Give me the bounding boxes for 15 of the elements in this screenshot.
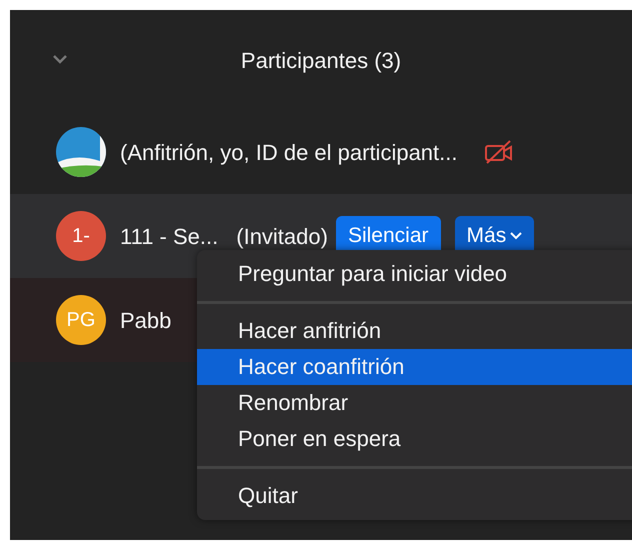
participant-name: 111 - Se... <box>120 222 218 250</box>
participant-row[interactable]: (Anfitrión, yo, ID de el participant... <box>10 110 632 194</box>
menu-item[interactable]: Hacer coanfitrión <box>197 349 632 385</box>
participant-role: (Invitado) <box>236 222 328 250</box>
avatar: 1- <box>56 211 106 261</box>
menu-item[interactable]: Hacer anfitrión <box>197 313 632 349</box>
menu-item[interactable]: Poner en espera <box>197 421 632 457</box>
panel-title: Participantes (3) <box>240 46 402 75</box>
avatar: PG <box>56 295 106 345</box>
menu-item[interactable]: Renombrar <box>197 385 632 421</box>
caret-icon <box>510 232 522 240</box>
chevron-down-icon[interactable] <box>52 54 68 64</box>
participant-name: (Anfitrión, yo, ID de el participant... <box>120 138 458 167</box>
menu-item[interactable]: Quitar <box>197 478 632 514</box>
participant-name: Pabb <box>120 306 172 334</box>
